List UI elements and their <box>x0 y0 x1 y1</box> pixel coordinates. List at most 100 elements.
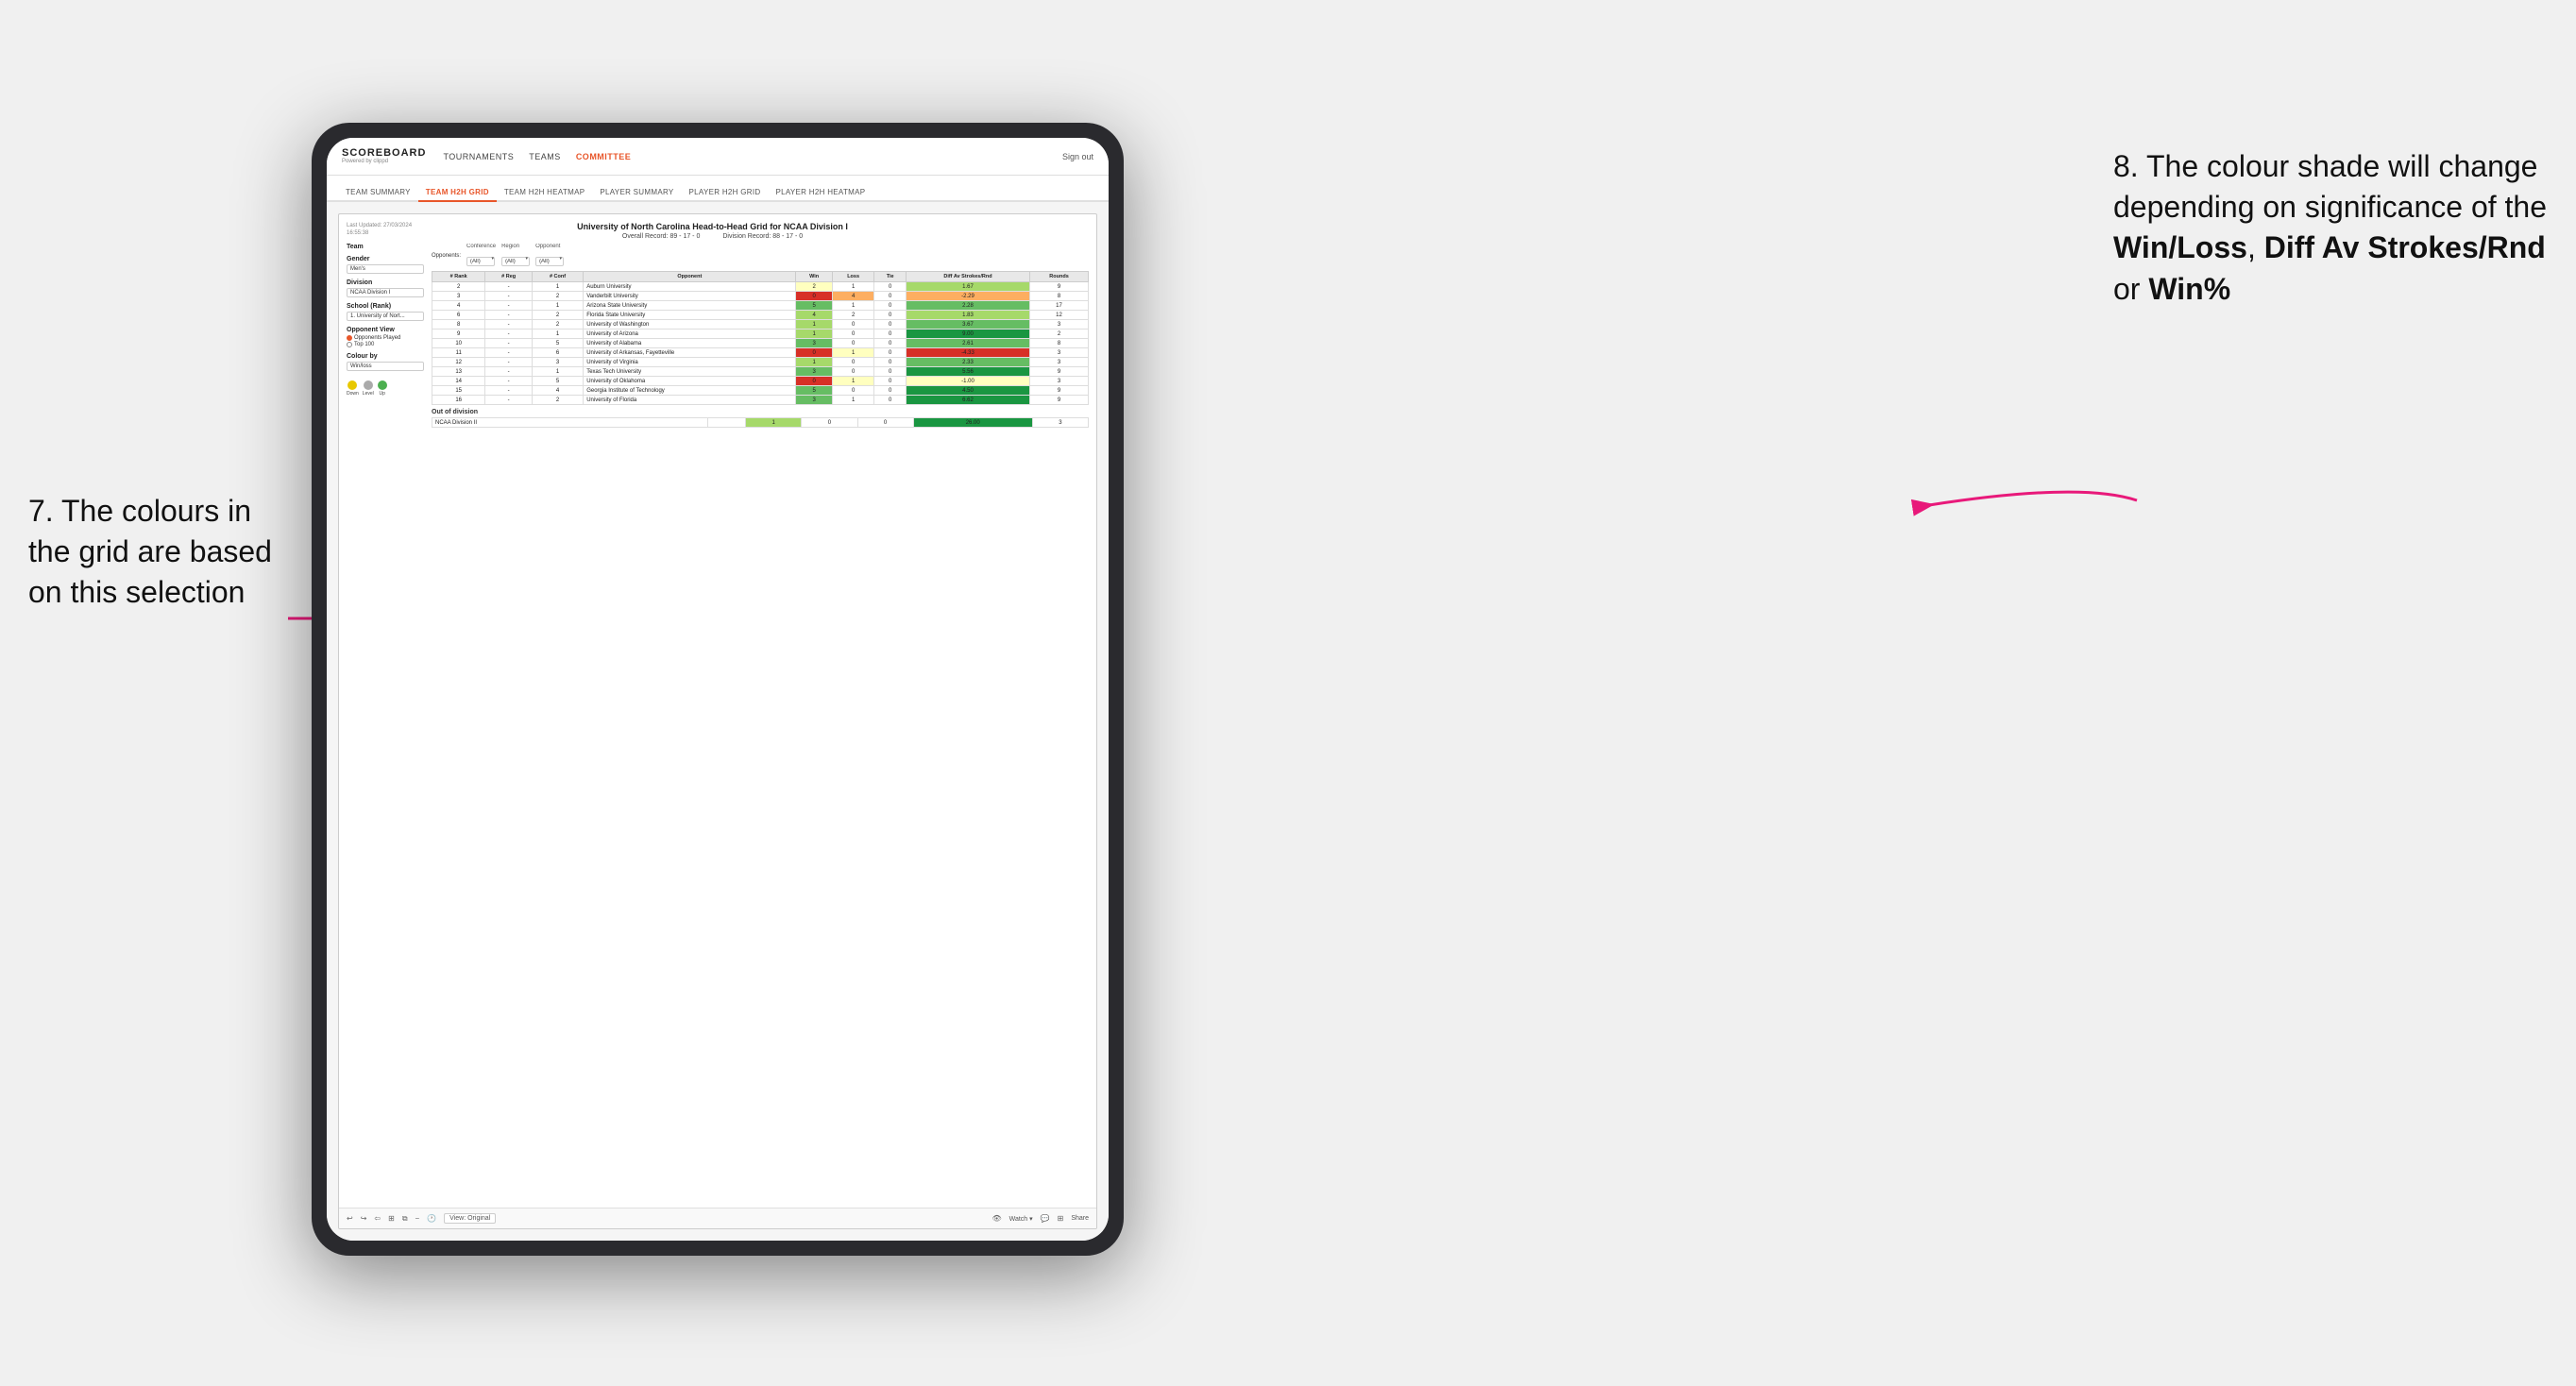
school-filter: School (Rank) 1. University of Nort... <box>347 303 424 321</box>
tableau-inner: Last Updated: 27/03/2024 16:55:38 Univer… <box>339 214 1096 1208</box>
camera-icon[interactable]: ⊞ <box>388 1214 395 1223</box>
tab-player-h2h-grid[interactable]: PLAYER H2H GRID <box>682 188 769 200</box>
tableau-body: Team Gender Men's Division NCAA Division… <box>347 244 1089 1200</box>
tab-team-h2h-heatmap[interactable]: TEAM H2H HEATMAP <box>497 188 593 200</box>
main-content: Last Updated: 27/03/2024 16:55:38 Univer… <box>327 202 1109 1241</box>
undo-icon[interactable]: ↩ <box>347 1214 353 1223</box>
legend-dot-down <box>347 380 357 390</box>
table-row: 10-5University of Alabama3002.618 <box>432 339 1089 348</box>
table-row: 15-4Georgia Institute of Technology5004.… <box>432 386 1089 396</box>
table-row: 12-3University of Virginia1002.333 <box>432 358 1089 367</box>
school-value: 1. University of Nort... <box>347 312 424 321</box>
tableau-area: Last Updated: 27/03/2024 16:55:38 Univer… <box>338 213 1097 1229</box>
col-rounds: Rounds <box>1030 272 1089 282</box>
watch-btn[interactable]: Watch ▾ <box>1009 1215 1033 1223</box>
sub-nav: TEAM SUMMARY TEAM H2H GRID TEAM H2H HEAT… <box>327 176 1109 202</box>
nav-links: TOURNAMENTS TEAMS COMMITTEE <box>443 150 1062 163</box>
radio-group: Opponents Played Top 100 <box>347 335 424 347</box>
team-filter: Team <box>347 244 424 250</box>
tableau-bottom-bar: ↩ ↪ ⇦ ⊞ ⧉ − 🕐 View: Original 👁 Watch ▾ 💬… <box>339 1208 1096 1228</box>
opponent-filter-group: Opponent (All) <box>535 244 564 267</box>
colour-by-section: Colour by Win/loss <box>347 353 424 371</box>
annotation-left: 7. The colours in the grid are based on … <box>28 491 293 614</box>
main-title: University of North Carolina Head-to-Hea… <box>412 222 1013 231</box>
table-row: 4-1Arizona State University5102.2817 <box>432 301 1089 311</box>
school-label: School (Rank) <box>347 303 424 310</box>
col-diff: Diff Av Strokes/Rnd <box>906 272 1029 282</box>
share-btn[interactable]: Share <box>1071 1215 1089 1222</box>
left-panel: Team Gender Men's Division NCAA Division… <box>347 244 424 1200</box>
legend-down: Down <box>347 380 359 397</box>
tab-player-summary[interactable]: PLAYER SUMMARY <box>592 188 681 200</box>
conference-filter-label: Conference <box>466 244 496 249</box>
grid-icon[interactable]: ⊞ <box>1058 1214 1064 1223</box>
sign-out-link[interactable]: Sign out <box>1062 152 1093 161</box>
last-updated: Last Updated: 27/03/2024 16:55:38 <box>347 222 412 238</box>
copy-icon[interactable]: ⧉ <box>402 1214 408 1224</box>
bottom-right-actions: 👁 Watch ▾ 💬 ⊞ Share <box>991 1214 1089 1223</box>
legend-dot-up <box>378 380 387 390</box>
table-row: 14-5University of Oklahoma010-1.003 <box>432 377 1089 386</box>
table-row: 11-6University of Arkansas, Fayetteville… <box>432 348 1089 358</box>
division-filter: Division NCAA Division I <box>347 279 424 297</box>
logo: SCOREBOARD Powered by clippd <box>342 148 426 164</box>
tab-player-h2h-heatmap[interactable]: PLAYER H2H HEATMAP <box>768 188 873 200</box>
annotation-right-text: 8. The colour shade will change dependin… <box>2113 149 2547 224</box>
tab-team-summary[interactable]: TEAM SUMMARY <box>338 188 418 200</box>
radio-top100[interactable]: Top 100 <box>347 342 424 347</box>
ood-spacer <box>708 418 746 428</box>
conference-select[interactable]: (All) <box>466 257 495 266</box>
out-of-division-label: Out of division <box>432 409 1089 415</box>
colour-by-label: Colour by <box>347 353 424 360</box>
ood-win: 1 <box>746 418 802 428</box>
legend-dot-level <box>364 380 373 390</box>
ood-diff: 26.00 <box>913 418 1032 428</box>
radio-opponents-played[interactable]: Opponents Played <box>347 335 424 341</box>
col-rank: # Rank <box>432 272 485 282</box>
table-row: 3-2Vanderbilt University040-2.298 <box>432 292 1089 301</box>
division-label: Division <box>347 279 424 286</box>
opponent-view-section: Opponent View Opponents Played Top 100 <box>347 327 424 347</box>
grid-scroll-area[interactable]: # Rank # Reg # Conf Opponent Win Loss Ti… <box>432 271 1089 1200</box>
watch-icon: 👁 <box>991 1214 1001 1223</box>
annotation-bold2: Diff Av Strokes/Rnd <box>2264 230 2546 264</box>
view-original-btn[interactable]: View: Original <box>444 1213 496 1224</box>
annotation-right: 8. The colour shade will change dependin… <box>2113 146 2548 310</box>
nav-teams[interactable]: TEAMS <box>529 150 561 163</box>
opponent-filter-label: Opponent <box>535 244 564 249</box>
ood-loss: 0 <box>802 418 857 428</box>
team-label: Team <box>347 244 424 250</box>
out-of-division-table: NCAA Division II 1 0 0 26.00 3 <box>432 417 1089 428</box>
table-row: 6-2Florida State University4201.8312 <box>432 311 1089 320</box>
clock-icon[interactable]: 🕐 <box>427 1214 436 1223</box>
col-reg: # Reg <box>485 272 532 282</box>
tableau-header: Last Updated: 27/03/2024 16:55:38 Univer… <box>347 222 1089 240</box>
colour-by-select[interactable]: Win/loss <box>347 362 424 371</box>
ood-tie: 0 <box>857 418 913 428</box>
opponent-view-label: Opponent View <box>347 327 424 333</box>
col-opponent: Opponent <box>584 272 796 282</box>
redo-icon[interactable]: ↪ <box>361 1214 367 1223</box>
nav-committee[interactable]: COMMITTEE <box>576 150 632 163</box>
legend-up: Up <box>378 380 387 397</box>
comment-icon[interactable]: 💬 <box>1041 1214 1050 1223</box>
back-icon[interactable]: ⇦ <box>374 1214 381 1223</box>
region-select[interactable]: (All) <box>501 257 530 266</box>
opponent-select[interactable]: (All) <box>535 257 564 266</box>
tab-team-h2h-grid[interactable]: TEAM H2H GRID <box>418 188 497 202</box>
conference-filter-group: Conference (All) <box>466 244 496 267</box>
col-tie: Tie <box>874 272 906 282</box>
col-conf: # Conf <box>532 272 583 282</box>
annotation-left-text: 7. The colours in the grid are based on … <box>28 494 272 609</box>
table-row: 9-1University of Arizona1009.002 <box>432 330 1089 339</box>
col-loss: Loss <box>832 272 874 282</box>
division-select[interactable]: NCAA Division I <box>347 288 424 297</box>
gender-select[interactable]: Men's <box>347 264 424 274</box>
minus-icon[interactable]: − <box>415 1214 420 1223</box>
table-row: 16-2University of Florida3106.629 <box>432 396 1089 405</box>
tablet-screen: SCOREBOARD Powered by clippd TOURNAMENTS… <box>327 138 1109 1241</box>
ood-division: NCAA Division II <box>432 418 708 428</box>
records: Overall Record: 89 - 17 - 0 Division Rec… <box>412 233 1013 240</box>
col-win: Win <box>796 272 832 282</box>
nav-tournaments[interactable]: TOURNAMENTS <box>443 150 514 163</box>
